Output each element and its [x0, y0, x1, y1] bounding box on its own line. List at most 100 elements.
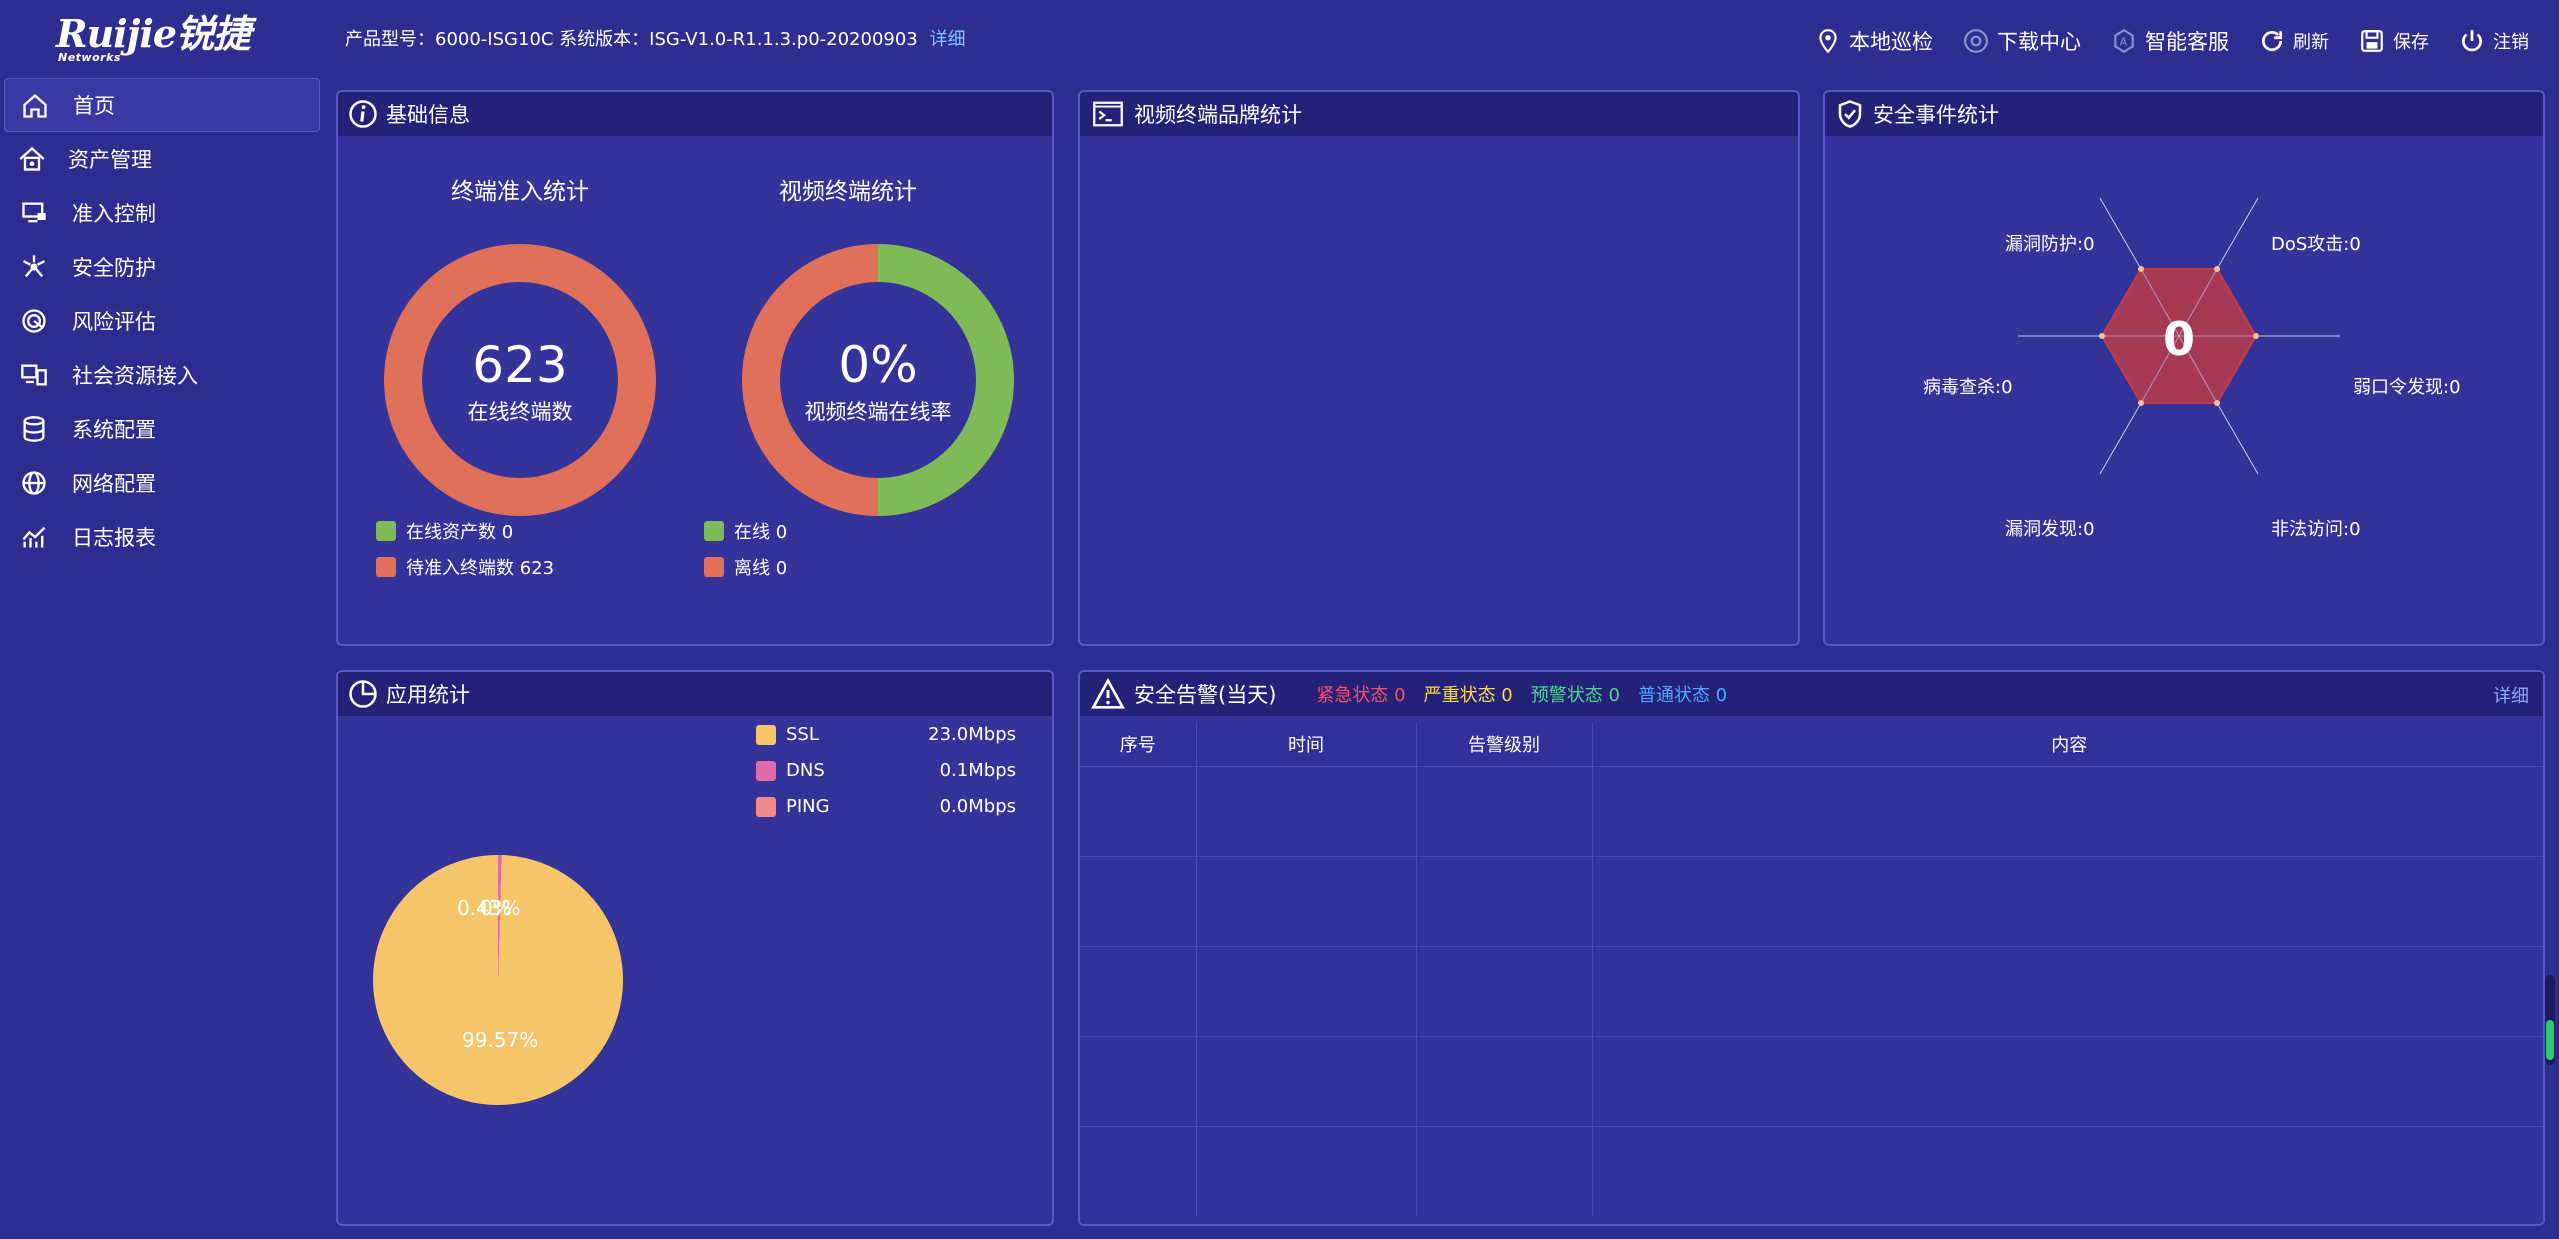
radar-axis [2216, 402, 2259, 475]
radar-point [2138, 266, 2144, 272]
legend-swatch [704, 521, 724, 541]
column-header-index[interactable]: 序号 [1080, 722, 1197, 767]
app-legend-ssl: SSL 23.0Mbps [756, 724, 1016, 745]
svg-text:A: A [2120, 35, 2128, 48]
column-header-content[interactable]: 内容 [1592, 722, 2543, 767]
download-center-button[interactable]: 下载中心 [1963, 26, 2081, 56]
scrollbar-thumb[interactable] [2546, 1020, 2554, 1060]
video-legend-offline: 离线 0 [704, 554, 787, 580]
product-info: 产品型号：6000-ISG10C 系统版本：ISG-V1.0-R1.1.3.p0… [345, 25, 966, 51]
ruijie-logo: Ruijie锐捷 Networks [56, 11, 286, 65]
alert-status-normal[interactable]: 普通状态 0 [1638, 681, 1727, 707]
power-icon [2462, 30, 2482, 52]
database-icon [23, 416, 45, 442]
radar-point [2214, 400, 2220, 406]
sidebar-item-social-resources[interactable]: 社会资源接入 [4, 348, 320, 402]
save-button[interactable]: 保存 [2359, 28, 2429, 54]
warning-icon [1091, 678, 1125, 709]
legend-swatch [756, 760, 776, 781]
refresh-button[interactable]: 刷新 [2259, 28, 2329, 54]
alerts-detail-link[interactable]: 详细 [2493, 682, 2529, 708]
alerts-panel: 安全告警(当天) 紧急状态 0 严重状态 0 预警状态 0 普通状态 0 详细 … [1078, 670, 2545, 1226]
sidebar-item-network-config[interactable]: 网络配置 [4, 456, 320, 510]
alerts-header: 安全告警(当天) 紧急状态 0 严重状态 0 预警状态 0 普通状态 0 [1080, 672, 2543, 716]
app-stats-header: 应用统计 [338, 672, 1052, 716]
terminal-legend-pending: 待准入终端数 623 [376, 554, 554, 580]
product-detail-link[interactable]: 详细 [930, 29, 966, 50]
terminal-legend-online: 在线资产数 0 [376, 518, 513, 544]
terminal-chart-title: 终端准入统计 [451, 179, 589, 205]
smart-service-button[interactable]: A 智能客服 [2111, 26, 2229, 56]
app-stats-panel: 应用统计 SSL 23.0Mbps DNS 0.1Mbps PING 0.0Mb… [336, 670, 1054, 1226]
video-chart-title: 视频终端统计 [779, 179, 917, 205]
basic-info-panel: 基础信息 终端准入统计 623 在线终端数 在线资产数 0 待准入终端数 623… [336, 90, 1054, 646]
security-events-panel: 安全事件统计 0 漏洞防护:0 DoS攻击:0 病毒查杀:0 弱口令发现:0 漏… [1823, 90, 2545, 646]
table-row [1080, 1036, 2543, 1127]
home-icon [23, 93, 47, 118]
alert-status-urgent[interactable]: 紧急状态 0 [1316, 681, 1405, 707]
sidebar-item-risk[interactable]: 风险评估 [4, 294, 320, 348]
service-icon: A [2114, 28, 2134, 54]
terminal-center-label: 在线终端数 [467, 400, 573, 424]
top-header: Ruijie锐捷 Networks 产品型号：6000-ISG10C 系统版本：… [0, 0, 2559, 76]
video-center-value: 0% [838, 336, 918, 394]
radar-point [2214, 266, 2220, 272]
logout-button[interactable]: 注销 [2459, 28, 2529, 54]
alert-status-severe[interactable]: 严重状态 0 [1424, 681, 1513, 707]
globe-icon [22, 471, 46, 495]
table-row [1080, 856, 2543, 947]
radar-label-virus: 病毒查杀:0 [1923, 377, 2013, 398]
page-scrollbar[interactable] [2545, 975, 2555, 1065]
legend-swatch [756, 724, 776, 745]
info-icon [349, 100, 377, 128]
refresh-icon [2262, 31, 2283, 52]
sidebar-item-home[interactable]: 首页 [4, 78, 320, 132]
save-icon [2361, 30, 2383, 52]
sidebar-item-assets[interactable]: 资产管理 [4, 132, 320, 186]
sidebar: 首页 资产管理 准入控制 安全防护 风险评估 社会资源接入 系统配置 网络配置 … [0, 78, 324, 1239]
security-events-header: 安全事件统计 [1825, 92, 2543, 136]
asset-house-icon [19, 146, 45, 171]
sidebar-item-security[interactable]: 安全防护 [4, 240, 320, 294]
product-version-text: 产品型号：6000-ISG10C 系统版本：ISG-V1.0-R1.1.3.p0… [345, 29, 918, 50]
security-center-value: 0 [2162, 312, 2195, 366]
video-center-label: 视频终端在线率 [804, 400, 952, 424]
location-pin-icon [1819, 29, 1837, 54]
column-header-level[interactable]: 告警级别 [1416, 722, 1593, 767]
basic-info-header: 基础信息 [338, 92, 1052, 136]
app-legend-dns: DNS 0.1Mbps [756, 760, 1016, 781]
radar-point [2138, 400, 2144, 406]
resource-icon [21, 364, 47, 386]
local-inspection-button[interactable]: 本地巡检 [1815, 26, 1933, 56]
radar-point [2253, 333, 2259, 339]
sidebar-item-access-control[interactable]: 准入控制 [4, 186, 320, 240]
radar-label-weak-password: 弱口令发现:0 [2353, 377, 2461, 398]
app-pie-chart [373, 855, 623, 1105]
radar-label-illegal-access: 非法访问:0 [2271, 519, 2361, 540]
table-row [1080, 1126, 2543, 1216]
chart-icon [22, 526, 46, 548]
alert-status-warning[interactable]: 预警状态 0 [1531, 681, 1620, 707]
column-header-time[interactable]: 时间 [1196, 722, 1417, 767]
radar-axis [2216, 197, 2259, 270]
download-icon [1964, 29, 1988, 53]
legend-swatch [376, 521, 396, 541]
logo-text: Ruijie锐捷 [56, 11, 251, 56]
table-row [1080, 946, 2543, 1037]
logo-subtext: Networks [58, 51, 121, 64]
pie-label-ssl: 99.57% [462, 1028, 539, 1052]
video-brand-panel: 视频终端品牌统计 [1078, 90, 1800, 646]
video-brand-header: 视频终端品牌统计 [1080, 92, 1798, 136]
sidebar-item-log-reports[interactable]: 日志报表 [4, 510, 320, 564]
radar-icon [22, 309, 46, 333]
alerts-table-header: 序号 时间 告警级别 内容 [1080, 722, 2543, 767]
monitor-lock-icon [22, 202, 46, 223]
app-legend-ping: PING 0.0Mbps [756, 796, 1016, 817]
sidebar-item-system-config[interactable]: 系统配置 [4, 402, 320, 456]
radar-point [2099, 333, 2105, 339]
alerts-table: 序号 时间 告警级别 内容 [1080, 722, 2543, 1216]
radar-label-vuln-protection: 漏洞防护:0 [2005, 234, 2095, 255]
radar-label-vuln-discovery: 漏洞发现:0 [2005, 519, 2095, 540]
pie-label-ping: 0% [480, 896, 512, 920]
legend-swatch [704, 557, 724, 577]
